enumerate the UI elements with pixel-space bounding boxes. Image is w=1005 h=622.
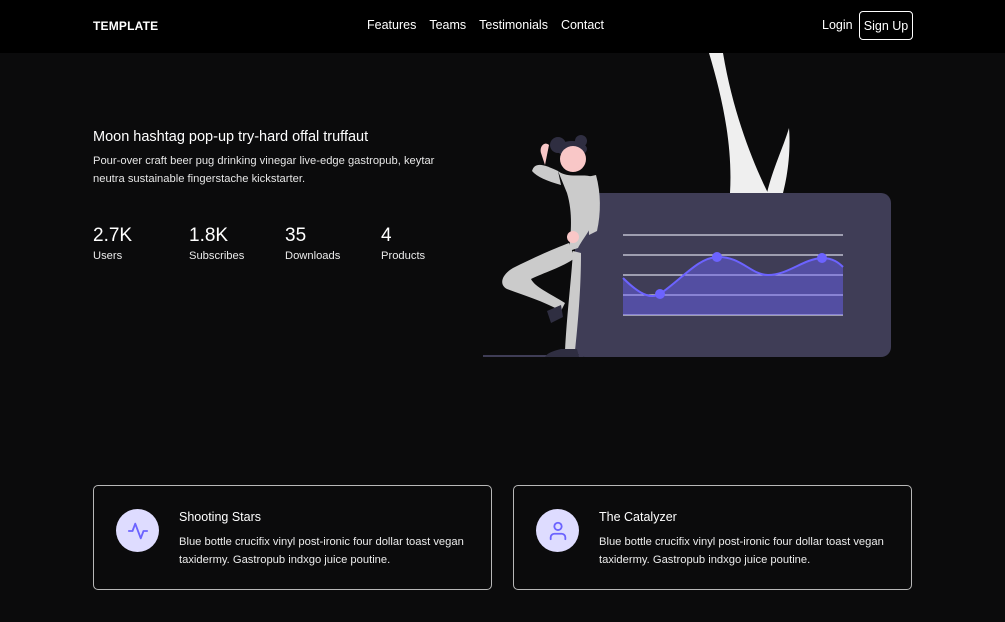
- stat-users: 2.7K Users: [93, 225, 189, 262]
- stat-label: Users: [93, 250, 123, 262]
- stat-label: Subscribes: [189, 250, 245, 262]
- nav-link-teams[interactable]: Teams: [429, 18, 466, 32]
- feature-text: Blue bottle crucifix vinyl post-ironic f…: [179, 536, 464, 566]
- brand-logo[interactable]: TEMPLATE: [93, 19, 158, 33]
- nav-link-testimonials[interactable]: Testimonials: [479, 18, 548, 32]
- activity-icon: [116, 509, 159, 552]
- stat-label: Products: [381, 250, 426, 262]
- plant-leaf-small-icon: [767, 128, 790, 193]
- stat-subscribes: 1.8K Subscribes: [189, 225, 285, 262]
- chart-point: [817, 253, 827, 263]
- hero-description: Pour-over craft beer pug drinking vinega…: [93, 155, 435, 185]
- stat-value: 1.8K: [189, 225, 229, 246]
- stat-value: 2.7K: [93, 225, 133, 246]
- plant-leaf-icon: [709, 53, 768, 193]
- nav-link-features[interactable]: Features: [367, 18, 416, 32]
- feature-title: The Catalyzer: [599, 510, 677, 524]
- stat-label: Downloads: [285, 250, 341, 262]
- nav-link-contact[interactable]: Contact: [561, 18, 604, 32]
- top-navbar: TEMPLATE Features Teams Testimonials Con…: [0, 0, 1005, 53]
- feature-title: Shooting Stars: [179, 510, 261, 524]
- stats-row: 2.7K Users 1.8K Subscribes 35 Downloads …: [93, 225, 477, 262]
- sign-up-button[interactable]: Sign Up: [859, 11, 913, 40]
- stat-downloads: 35 Downloads: [285, 225, 381, 262]
- hero-title: Moon hashtag pop-up try-hard offal truff…: [93, 129, 369, 145]
- stat-value: 4: [381, 225, 392, 246]
- hero-illustration: [483, 53, 891, 357]
- feature-card: Shooting Stars Blue bottle crucifix viny…: [93, 485, 492, 590]
- stat-products: 4 Products: [381, 225, 477, 262]
- chart-point: [712, 252, 722, 262]
- feature-card: The Catalyzer Blue bottle crucifix vinyl…: [513, 485, 912, 590]
- feature-text: Blue bottle crucifix vinyl post-ironic f…: [599, 536, 884, 566]
- login-link[interactable]: Login: [822, 18, 853, 32]
- main-menu: Features Teams Testimonials Contact: [367, 18, 604, 32]
- stat-value: 35: [285, 225, 307, 246]
- user-icon: [536, 509, 579, 552]
- chart-point: [655, 289, 665, 299]
